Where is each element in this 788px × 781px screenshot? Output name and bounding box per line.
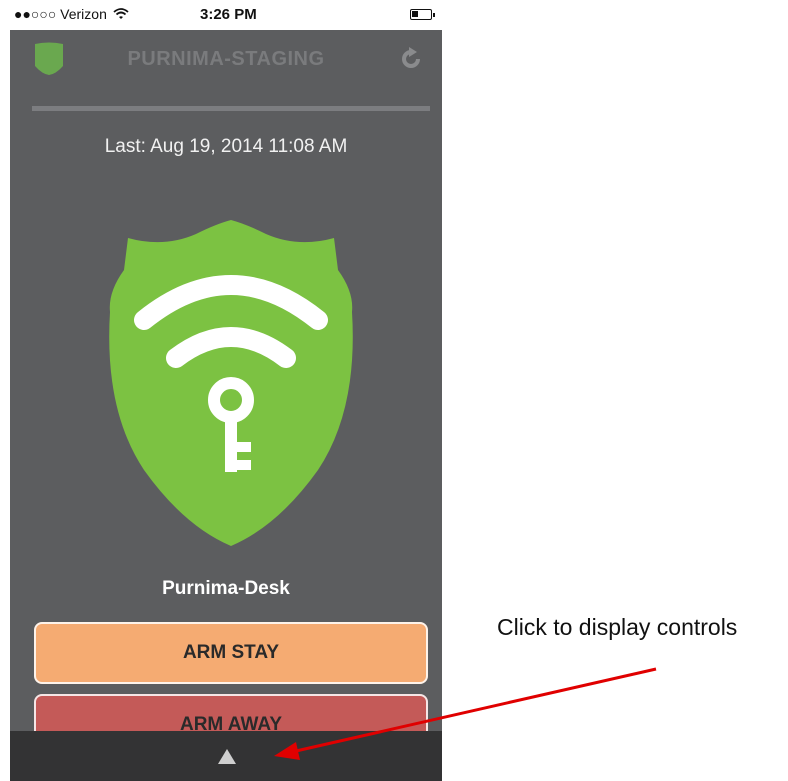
- arm-stay-button[interactable]: ARM STAY: [34, 622, 428, 684]
- app-screen: PURNIMA-STAGING Last: Aug 19, 2014 11:08…: [10, 30, 442, 781]
- page-title: PURNIMA-STAGING: [127, 48, 325, 70]
- header-divider: [32, 106, 430, 111]
- triangle-up-icon[interactable]: [218, 749, 236, 764]
- annotation-text: Click to display controls: [497, 614, 738, 640]
- status-time: 3:26 PM: [200, 6, 257, 23]
- refresh-icon[interactable]: [398, 46, 424, 72]
- controls-toggle-bar[interactable]: [10, 731, 442, 781]
- last-update-text: Last: Aug 19, 2014 11:08 AM: [104, 136, 348, 157]
- wifi-icon: [113, 8, 129, 19]
- status-bar: ●●○○○ Verizon 3:26 PM: [10, 0, 442, 30]
- wifi-key-shield-icon: [109, 220, 353, 546]
- carrier-label: ●●○○○ Verizon: [14, 6, 107, 22]
- device-name: Purnima-Desk: [162, 578, 290, 599]
- battery-icon: [410, 9, 435, 20]
